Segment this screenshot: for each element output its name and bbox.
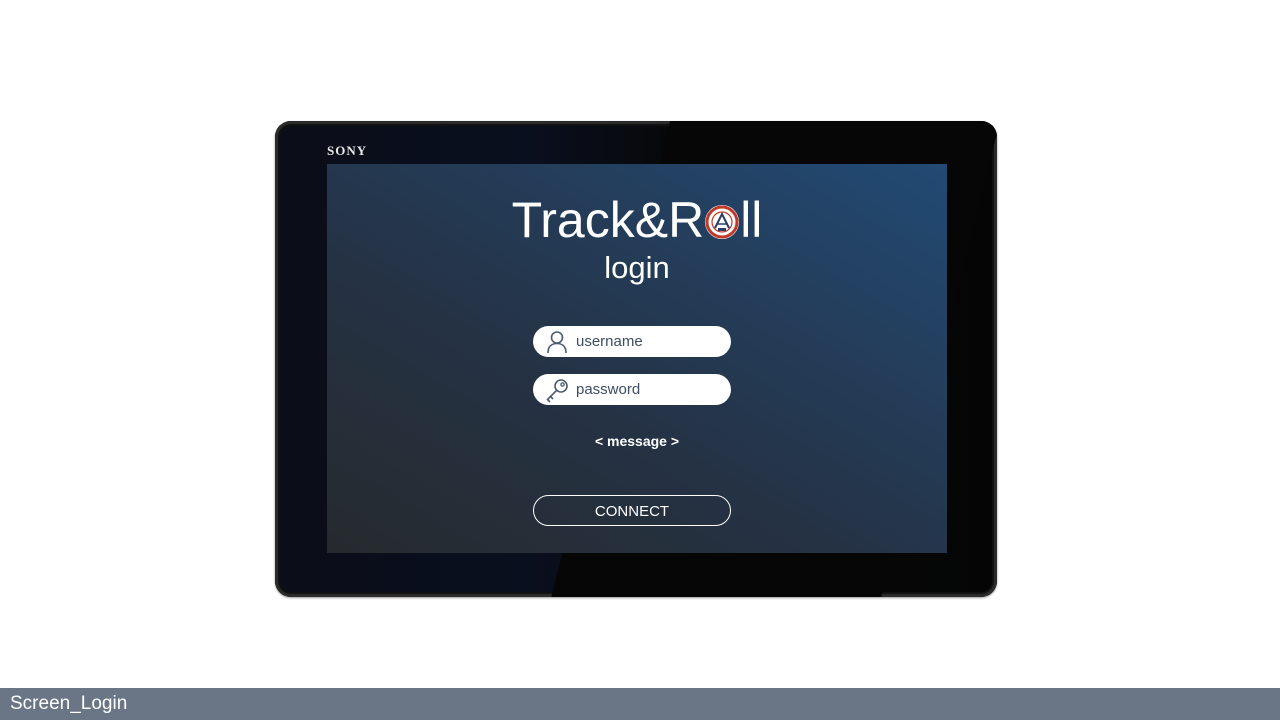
user-icon [544,329,570,355]
screen-name-bar: Screen_Login [0,688,1280,720]
username-input[interactable] [576,333,716,350]
app-logo-icon [705,205,740,239]
key-icon [544,377,570,403]
password-input[interactable] [576,381,716,398]
device-brand-logo: SONY [327,143,368,158]
app-title-end: ll [740,192,763,248]
app-screen: Track&R ll login < message [327,164,947,553]
status-message: < message > [594,433,680,449]
app-title: Track&R ll [327,191,947,249]
page-subtitle: login [604,250,670,285]
screen-name-label: Screen_Login [10,693,128,714]
username-field[interactable] [533,326,731,357]
connect-button[interactable]: CONNECT [533,495,731,526]
app-title-start: Track&R [511,192,705,248]
password-field[interactable] [533,374,731,405]
